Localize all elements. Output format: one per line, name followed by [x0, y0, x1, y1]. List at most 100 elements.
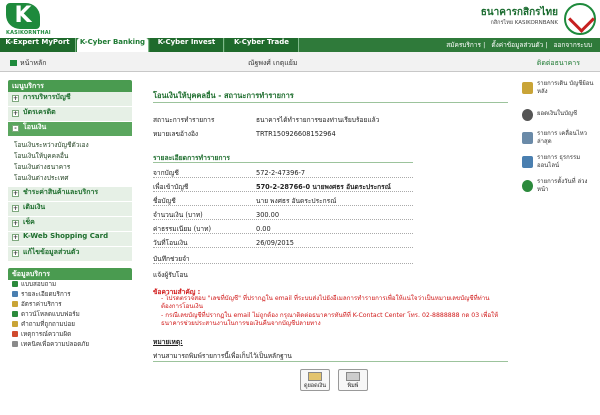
account-name: นาย พงศธร อันดระประกรณ์ [256, 197, 337, 205]
collapse-icon: - [12, 125, 19, 132]
document-icon [12, 291, 18, 297]
notify-row: แจ้งผู้รับโอน [153, 271, 188, 279]
statement-icon [522, 82, 533, 94]
bank-emblem-icon [564, 3, 596, 35]
home-label: หน้าหลัก [20, 59, 47, 67]
sub-bar: หน้าหลัก ณัฐพงศ์ เกตุแย้ม ติดต่อธนาคาร [0, 52, 600, 72]
expand-icon: + [12, 234, 19, 241]
money-bag-icon [522, 109, 533, 121]
tab-k-cyber-invest[interactable]: K-Cyber Invest [150, 38, 224, 52]
shortcut-online-transactions[interactable]: รายการ ธุรกรรมออนไลน์ [522, 154, 596, 176]
page-title: โอนเงินให้บุคคลอื่น - สถานะการทำรายการ [153, 91, 294, 100]
row-divider [153, 263, 413, 264]
service-fraud-report[interactable]: เหตุการณ์ความผิด [8, 330, 132, 340]
submenu-own-account[interactable]: โอนเงินระหว่างบัญชีตัวเอง [14, 140, 132, 151]
expand-icon: + [12, 95, 19, 102]
online-transaction-icon [522, 156, 533, 168]
logo-text: KASIKORNTHAI [6, 30, 51, 36]
warning-icon [12, 331, 18, 337]
service-faq[interactable]: คำถามที่ถูกถามบ่อย [8, 320, 132, 330]
shortcut-recent-activity[interactable]: รายการ เคลื่อนไหวล่าสุด [522, 130, 596, 152]
tab-k-cyber-trade[interactable]: K-Cyber Trade [225, 38, 299, 52]
print-button[interactable]: พิมพ์ [338, 369, 368, 391]
service-info-box: ข้อมูลบริการ แบบสอบถาม รายละเอียดบริการ … [8, 268, 132, 350]
service-download-forms[interactable]: ดาวน์โหลดแบบฟอร์ม [8, 310, 132, 320]
lock-icon [12, 341, 18, 347]
submenu-other-bank[interactable]: โอนเงินต่างธนาคาร [14, 162, 132, 173]
tab-k-expert-myport[interactable]: K-Expert MyPort [0, 38, 76, 52]
logout-link[interactable]: ออกจากระบบ [554, 41, 592, 49]
coin-icon [12, 301, 18, 307]
menu-item-cheque[interactable]: + เช็ค [8, 217, 132, 232]
row-divider [153, 205, 413, 206]
row-divider [153, 233, 413, 234]
service-fees[interactable]: อัตราค่าบริการ [8, 300, 132, 310]
question-icon [12, 321, 18, 327]
top-links: สมัครบริการ | ตั้งค่าข้อมูลส่วนตัว | ออก… [446, 41, 592, 49]
expand-icon: + [12, 250, 19, 257]
printer-icon [346, 372, 360, 381]
details-divider [153, 162, 413, 163]
transfer-date: 26/09/2015 [256, 239, 295, 247]
to-account: 570-2-28766-0 นายพงศธร อันดระประกรณ์ [256, 183, 391, 191]
menu-item-edit-profile[interactable]: + แก้ไขข้อมูลส่วนตัว [8, 247, 132, 262]
status-value: ธนาคารได้ทำรายการของท่านเรียบร้อยแล้ว [256, 116, 380, 124]
title-divider [153, 102, 508, 103]
fee-value: 0.00 [256, 225, 271, 233]
from-account: 572-2-47396-7 [256, 169, 306, 177]
settings-link[interactable]: ตั้งค่าข้อมูลส่วนตัว [491, 41, 543, 49]
row-divider [153, 219, 413, 220]
download-icon [12, 311, 18, 317]
menu-item-account-management[interactable]: + การบริหารบัญชี [8, 92, 132, 107]
reference-row: หมายเลขอ้างอิง TRTR150926608152964 [153, 130, 336, 138]
warning-text-1: - โปรดตรวจสอบ "เลขที่บัญชี" ที่ปรากฏใน e… [161, 295, 490, 310]
k-logo-icon: K [6, 3, 40, 29]
tab-k-cyber-banking[interactable]: K-Cyber Banking [77, 38, 149, 52]
contact-bank-link[interactable]: ติดต่อธนาคาร [537, 58, 580, 69]
expand-icon: + [12, 205, 19, 212]
home-link[interactable]: หน้าหลัก [10, 58, 46, 69]
submenu-international[interactable]: โอนเงินต่างประเทศ [14, 173, 132, 184]
menu-item-k-web-shopping[interactable]: + K-Web Shopping Card [8, 232, 132, 247]
shortcut-balance[interactable]: ยอดเงินในบัญชี [522, 107, 596, 129]
row-divider [153, 191, 413, 192]
bottom-divider [153, 361, 508, 362]
service-survey[interactable]: แบบสอบถาม [8, 280, 132, 290]
user-name: ณัฐพงศ์ เกตุแย้ม [248, 59, 298, 67]
expand-icon: + [12, 190, 19, 197]
service-menu: เมนูบริการ + การบริหารบัญชี + บัตรเครดิต -… [8, 80, 132, 350]
bank-name-th: ธนาคารกสิกรไทย [480, 7, 558, 18]
menu-title: เมนูบริการ [8, 80, 132, 92]
reference-number: TRTR150926608152964 [256, 130, 336, 138]
expand-icon: + [12, 110, 19, 117]
status-row: สถานะการทำรายการ ธนาคารได้ทำรายการของท่าน… [153, 116, 380, 124]
checkmark-icon [12, 281, 18, 287]
amount-value: 300.00 [256, 211, 280, 219]
header: K KASIKORNTHAI ธนาคารกสิกรไทย กสิกรไทย K… [0, 0, 600, 38]
note-heading: หมายเหตุ: [153, 338, 183, 346]
warning-text-2: - กรณีเลขบัญชีที่ปรากฏใน email ไม่ถูกต้อ… [161, 312, 499, 327]
submenu-other-person[interactable]: โอนเงินให้บุคคลอื่น [14, 151, 132, 162]
shortcut-scheduled[interactable]: รายการตั้งวันที่ ล่วงหน้า [522, 178, 596, 200]
kbank-logo[interactable]: K KASIKORNTHAI [6, 3, 51, 37]
shortcut-statement-history[interactable]: รายการเดิน บัญชีย้อนหลัง [522, 80, 596, 102]
note-text: ท่านสามารถพิมพ์รายการนี้เพื่อเก็บไว้เป็น… [153, 352, 292, 360]
menu-item-top-up[interactable]: + เติมเงิน [8, 202, 132, 217]
menu-item-transfer[interactable]: - โอนเงิน [8, 122, 132, 137]
row-divider [153, 247, 413, 248]
bank-name-en: กสิกรไทย KASIKORNBANK [490, 20, 558, 26]
register-link[interactable]: สมัครบริการ [446, 41, 481, 49]
service-security-tips[interactable]: เทคนิคเพื่อความปลอดภัย [8, 340, 132, 350]
home-icon [10, 60, 17, 66]
menu-item-credit-card[interactable]: + บัตรเครดิต [8, 107, 132, 122]
menu-item-bill-payment[interactable]: + ชำระค่าสินค้าและบริการ [8, 187, 132, 202]
clock-icon [522, 180, 533, 192]
transfer-submenu: โอนเงินระหว่างบัญชีตัวเอง โอนเงินให้บุคค… [8, 137, 132, 187]
expand-icon: + [12, 220, 19, 227]
activity-icon [522, 132, 533, 144]
row-divider [153, 177, 413, 178]
service-info-title: ข้อมูลบริการ [8, 268, 132, 280]
view-balance-button[interactable]: ดูยอดเงิน [300, 369, 330, 391]
money-icon [308, 372, 322, 381]
service-details[interactable]: รายละเอียดบริการ [8, 290, 132, 300]
